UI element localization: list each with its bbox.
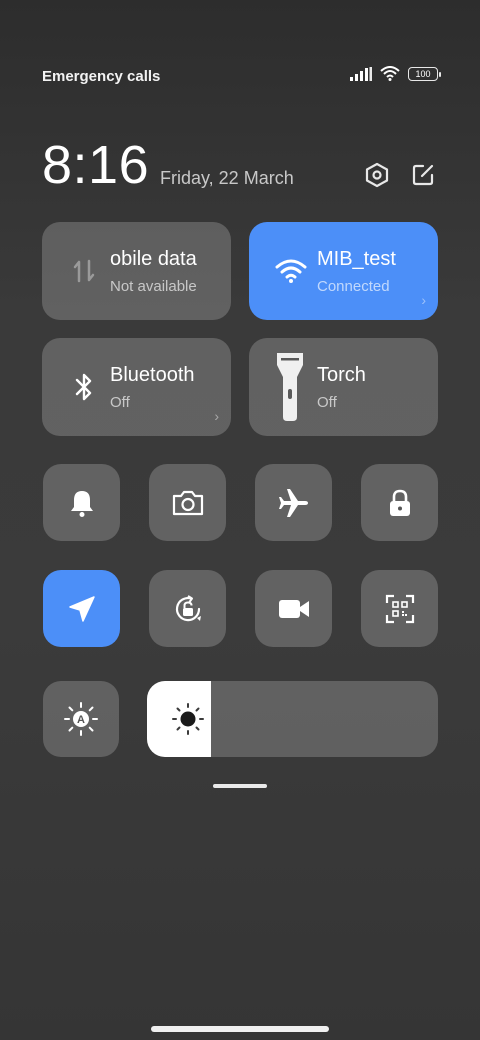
video-camera-icon	[278, 599, 309, 618]
wifi-status-icon	[380, 66, 400, 81]
svg-text:A: A	[77, 714, 85, 726]
qr-scanner-icon	[385, 594, 414, 623]
tile-title: obile data	[110, 248, 197, 270]
tile-torch[interactable]: Torch Off	[249, 338, 438, 436]
settings-hexagon-icon[interactable]	[362, 160, 392, 190]
chevron-right-icon[interactable]: ›	[214, 408, 219, 424]
tile-subtitle: Not available	[110, 278, 197, 295]
torch-icon	[273, 350, 307, 424]
brightness-slider[interactable]	[147, 681, 438, 757]
tile-subtitle: Connected	[317, 278, 390, 295]
toggle-qr-scanner[interactable]	[361, 570, 438, 647]
tile-bluetooth[interactable]: Bluetooth Off ›	[42, 338, 231, 436]
tile-wifi[interactable]: MIB_test Connected ›	[249, 222, 438, 320]
lock-icon	[389, 489, 410, 516]
battery-level: 100	[415, 68, 431, 79]
toggle-screenshot[interactable]	[149, 464, 226, 541]
chevron-right-icon[interactable]: ›	[421, 292, 426, 308]
toggle-location[interactable]	[43, 570, 120, 647]
rotation-lock-icon	[175, 594, 201, 621]
wifi-icon	[275, 255, 307, 287]
tile-title: MIB_test	[317, 248, 396, 270]
auto-brightness-icon: A	[64, 702, 98, 736]
tile-title: Torch	[317, 364, 366, 386]
tile-title: Bluetooth	[110, 364, 195, 386]
toggle-lock-screen[interactable]	[361, 464, 438, 541]
tile-subtitle: Off	[110, 394, 130, 411]
location-icon	[68, 595, 95, 622]
bluetooth-icon	[68, 371, 100, 403]
date-text: Friday, 22 March	[160, 168, 294, 188]
panel-drag-handle[interactable]	[213, 784, 267, 788]
status-carrier-text: Emergency calls o	[42, 68, 164, 85]
brightness-sun-icon	[172, 703, 204, 735]
edit-icon[interactable]	[408, 160, 438, 190]
toggle-screen-recorder[interactable]	[255, 570, 332, 647]
tile-mobile-data[interactable]: obile data Not available	[42, 222, 231, 320]
clock-time: 8:16	[42, 135, 150, 195]
signal-icon	[350, 66, 372, 81]
toggle-rotation-lock[interactable]	[149, 570, 226, 647]
auto-brightness-button[interactable]: A	[43, 681, 119, 757]
tile-subtitle: Off	[317, 394, 337, 411]
home-indicator[interactable]	[151, 1026, 329, 1032]
camera-icon	[172, 490, 203, 515]
bell-icon	[70, 490, 93, 517]
battery-icon: 100	[408, 66, 441, 81]
status-icons: 100	[350, 66, 441, 81]
airplane-icon	[278, 488, 308, 517]
toggle-notifications[interactable]	[43, 464, 120, 541]
toggle-airplane-mode[interactable]	[255, 464, 332, 541]
mobile-data-arrows-icon	[68, 255, 100, 287]
